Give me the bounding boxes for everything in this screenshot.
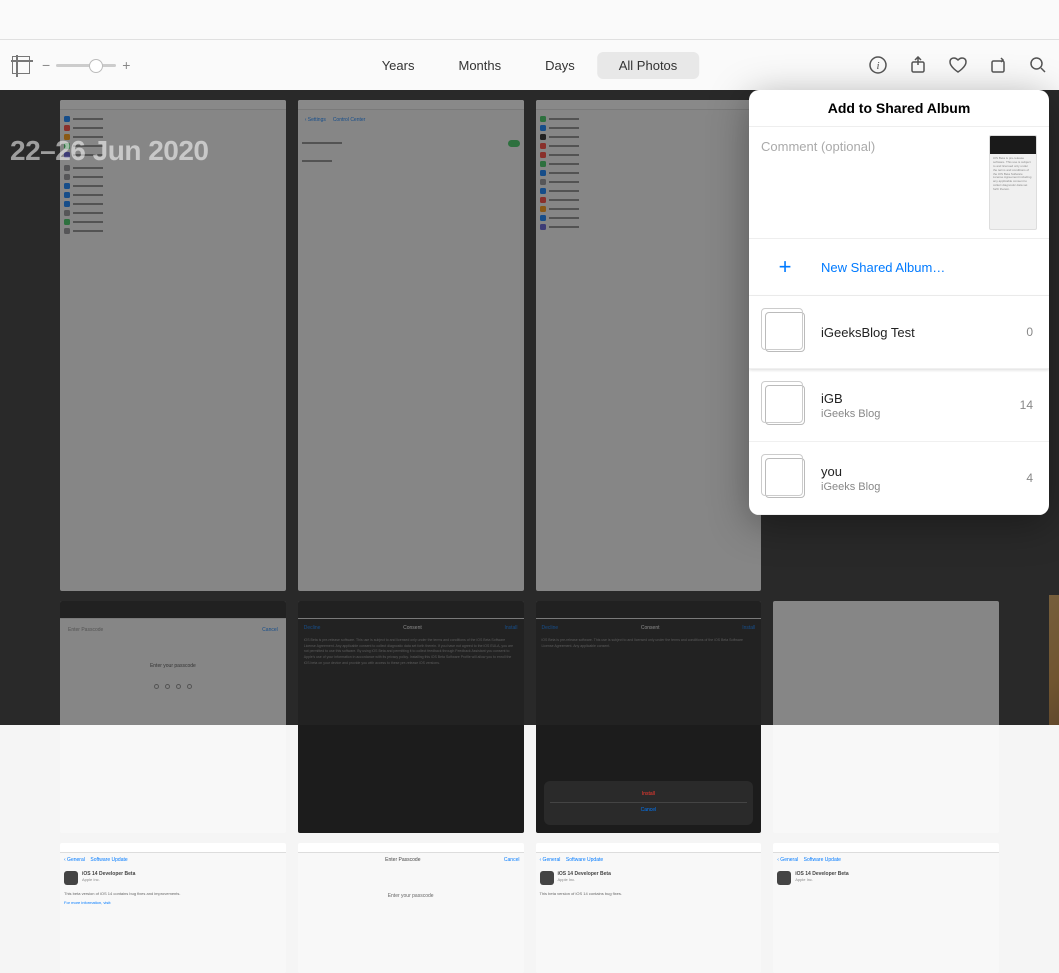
search-icon[interactable] [1029,56,1047,74]
zoom-in-button[interactable]: + [122,57,130,73]
album-count: 4 [1026,471,1033,485]
svg-text:i: i [876,60,879,72]
shared-album-option[interactable]: iGB iGeeks Blog 14 [749,369,1049,442]
album-count: 14 [1020,398,1033,412]
date-range-label: 22–26 Jun 2020 [10,135,209,167]
album-icon [765,458,805,498]
album-name: you [821,464,1010,479]
new-album-label: New Shared Album… [821,260,945,275]
new-shared-album-button[interactable]: + New Shared Album… [749,239,1049,296]
add-to-shared-album-popover: Add to Shared Album iOS Beta is pre-rele… [749,90,1049,515]
tab-months[interactable]: Months [436,52,523,79]
tab-years[interactable]: Years [360,52,437,79]
view-tabs: Years Months Days All Photos [360,52,700,79]
zoom-slider[interactable] [56,64,116,67]
info-icon[interactable]: i [869,56,887,74]
album-name: iGeeksBlog Test [821,325,1010,340]
popover-title: Add to Shared Album [749,90,1049,127]
tab-days[interactable]: Days [523,52,597,79]
photo-thumbnail[interactable]: ‹ General Software Update iOS 14 Develop… [773,843,999,973]
sidebar-toggle-icon[interactable] [12,56,30,74]
plus-icon: + [775,257,795,277]
toolbar-actions: i [869,56,1047,74]
rotate-icon[interactable] [989,56,1007,74]
photo-thumbnail[interactable]: ‹ General Software Update iOS 14 Develop… [60,843,286,973]
tab-all-photos[interactable]: All Photos [597,52,700,79]
comment-section: iOS Beta is pre-release software. This u… [749,127,1049,239]
share-icon[interactable] [909,56,927,74]
window-titlebar [0,0,1059,40]
album-icon [765,385,805,425]
photo-thumbnail[interactable]: Enter PasscodeCancel Enter your passcode [298,843,524,973]
shared-album-option[interactable]: iGeeksBlog Test 0 [749,296,1049,369]
comment-input[interactable] [761,135,979,158]
album-icon [765,312,805,352]
toolbar: − + Years Months Days All Photos i [0,40,1059,90]
album-owner: iGeeks Blog [821,408,1004,420]
album-count: 0 [1026,325,1033,339]
zoom-control: − + [42,57,130,73]
zoom-out-button[interactable]: − [42,57,50,73]
shared-album-option[interactable]: you iGeeks Blog 4 [749,442,1049,515]
selected-photo-preview: iOS Beta is pre-release software. This u… [989,135,1037,230]
album-name: iGB [821,391,1004,406]
favorite-icon[interactable] [949,56,967,74]
photo-thumbnail[interactable]: ‹ General Software Update iOS 14 Develop… [536,843,762,973]
album-owner: iGeeks Blog [821,481,1010,493]
